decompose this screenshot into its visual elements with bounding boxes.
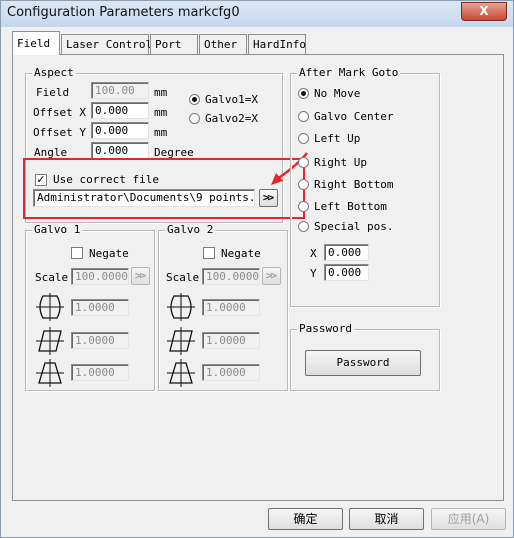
offset-y-input[interactable]: 0.000 <box>91 122 149 139</box>
aspect-group-title: Aspect <box>32 66 76 79</box>
after-mark-right-up-label: Right Up <box>314 156 367 169</box>
trapezoid-distortion-icon <box>36 359 64 387</box>
apply-button[interactable]: 应用(A) <box>431 508 506 530</box>
galvo2-parallelogram-input[interactable]: 1.0000 <box>202 332 260 349</box>
after-mark-goto-title: After Mark Goto <box>297 66 401 79</box>
special-pos-y-label: Y <box>310 267 317 280</box>
window-title: Configuration Parameters markcfg0 <box>7 5 240 20</box>
after-mark-no-move-radio[interactable] <box>298 88 309 99</box>
galvo1-scale-browse-button[interactable]: >> <box>131 267 150 285</box>
galvo2-barrel-input[interactable]: 1.0000 <box>202 299 260 316</box>
galvo2-trapezoid-input[interactable]: 1.0000 <box>202 364 260 381</box>
trapezoid-distortion-icon <box>167 359 195 387</box>
after-mark-right-up-radio[interactable] <box>298 157 309 168</box>
special-pos-y-input[interactable]: 0.000 <box>324 264 369 281</box>
after-mark-right-bottom-radio[interactable] <box>298 179 309 190</box>
galvo2-scale-input[interactable]: 100.0000 <box>202 268 260 285</box>
parallelogram-distortion-icon <box>167 327 195 355</box>
galvo1-x-radio[interactable] <box>189 94 200 105</box>
galvo1-negate-label: Negate <box>89 247 129 260</box>
special-pos-x-input[interactable]: 0.000 <box>324 244 369 261</box>
offset-y-label: Offset Y <box>33 126 86 139</box>
galvo2-scale-browse-button[interactable]: >> <box>262 267 281 285</box>
dialog-window: Configuration Parameters markcfg0 X Fiel… <box>0 0 514 538</box>
tab-field[interactable]: Field <box>12 31 60 55</box>
galvo1-x-label: Galvo1=X <box>205 93 258 106</box>
galvo1-barrel-input[interactable]: 1.0000 <box>71 299 129 316</box>
after-mark-left-up-label: Left Up <box>314 132 361 145</box>
after-mark-no-move-label: No Move <box>314 87 361 100</box>
offset-y-unit: mm <box>154 126 168 139</box>
title-bar: Configuration Parameters markcfg0 X <box>1 1 513 27</box>
tab-hardinfo[interactable]: HardInfo <box>248 34 306 54</box>
galvo1-scale-label: Scale <box>35 271 69 284</box>
offset-x-label: Offset X <box>33 106 86 119</box>
barrel-distortion-icon <box>36 293 64 321</box>
after-mark-special-pos-radio[interactable] <box>298 221 309 232</box>
galvo2-negate-checkbox[interactable] <box>203 247 215 259</box>
field-size-input[interactable]: 100.00 <box>91 82 149 99</box>
cancel-button[interactable]: 取消 <box>349 508 424 530</box>
field-unit: mm <box>154 86 168 99</box>
after-mark-left-up-radio[interactable] <box>298 133 309 144</box>
after-mark-left-bottom-label: Left Bottom <box>314 200 387 213</box>
close-button[interactable]: X <box>461 2 507 21</box>
galvo1-parallelogram-input[interactable]: 1.0000 <box>71 332 129 349</box>
galvo2-group-title: Galvo 2 <box>165 223 216 236</box>
after-mark-special-pos-label: Special pos. <box>314 220 394 233</box>
field-label: Field <box>36 86 70 99</box>
special-pos-x-label: X <box>310 247 317 260</box>
barrel-distortion-icon <box>167 293 195 321</box>
galvo2-negate-label: Negate <box>221 247 261 260</box>
after-mark-galvo-center-radio[interactable] <box>298 111 309 122</box>
tab-laser-control[interactable]: Laser Control <box>61 34 152 54</box>
after-mark-galvo-center-label: Galvo Center <box>314 110 394 123</box>
after-mark-right-bottom-label: Right Bottom <box>314 178 394 191</box>
galvo2-x-radio[interactable] <box>189 113 200 124</box>
galvo2-x-label: Galvo2=X <box>205 112 258 125</box>
galvo1-negate-checkbox[interactable] <box>71 247 83 259</box>
angle-input[interactable]: 0.000 <box>91 142 149 159</box>
galvo1-scale-input[interactable]: 100.0000 <box>71 268 129 285</box>
offset-x-unit: mm <box>154 106 168 119</box>
after-mark-left-bottom-radio[interactable] <box>298 201 309 212</box>
ok-button[interactable]: 确定 <box>268 508 343 530</box>
offset-x-input[interactable]: 0.000 <box>91 102 149 119</box>
galvo1-trapezoid-input[interactable]: 1.0000 <box>71 364 129 381</box>
galvo2-scale-label: Scale <box>166 271 200 284</box>
password-button[interactable]: Password <box>305 350 421 376</box>
tab-other[interactable]: Other <box>199 34 247 54</box>
galvo1-group-title: Galvo 1 <box>32 223 83 236</box>
password-group-title: Password <box>297 322 354 335</box>
tab-port[interactable]: Port <box>150 34 198 54</box>
parallelogram-distortion-icon <box>36 327 64 355</box>
